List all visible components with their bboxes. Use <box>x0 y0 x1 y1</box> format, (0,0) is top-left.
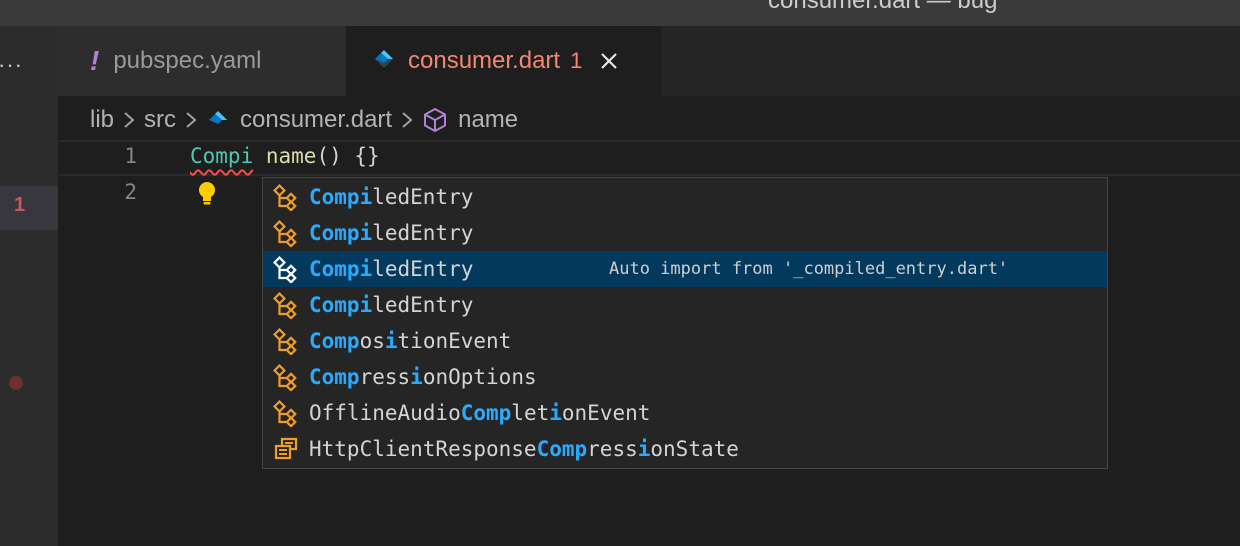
suggestion-item[interactable]: CompressionOptions <box>263 359 1107 395</box>
match-highlight: Comp <box>536 437 588 461</box>
label-text: ress <box>359 365 411 389</box>
label-text: HttpClientResponse <box>309 437 537 461</box>
tab-pubspec-yaml[interactable]: ! pubspec.yaml <box>58 26 346 96</box>
chevron-right-icon <box>122 109 136 131</box>
suggestion-label: CompiledEntry <box>309 185 473 209</box>
tab-label: consumer.dart <box>408 47 561 74</box>
match-highlight: i <box>384 329 398 353</box>
match-highlight: Comp <box>309 329 360 353</box>
function-token: name <box>265 144 317 168</box>
enum-icon <box>263 435 309 463</box>
class-icon <box>263 255 309 283</box>
class-icon <box>263 183 309 211</box>
class-icon <box>263 291 309 319</box>
label-text: ledEntry <box>372 221 474 245</box>
match-highlight: i <box>637 437 651 461</box>
label-text: let <box>511 401 550 425</box>
match-highlight: Comp <box>460 401 512 425</box>
label-text: ledEntry <box>372 293 474 317</box>
breadcrumb-symbol[interactable]: name <box>458 106 518 134</box>
suggestion-detail: Auto import from '_compiled_entry.dart' <box>609 259 1009 279</box>
tab-consumer-dart[interactable]: consumer.dart 1 <box>346 26 662 96</box>
yaml-exclamation-icon: ! <box>90 45 100 76</box>
match-highlight: Comp <box>309 365 360 389</box>
method-cube-icon <box>422 107 448 133</box>
label-text: tionEvent <box>397 329 512 353</box>
class-icon <box>263 219 309 247</box>
label-text: ledEntry <box>372 185 474 209</box>
match-highlight: Compi <box>309 185 373 209</box>
match-highlight: Compi <box>309 221 373 245</box>
title-bar: consumer.dart — bug <box>0 0 1240 26</box>
problem-count: 1 <box>570 48 583 73</box>
match-highlight: i <box>549 401 562 425</box>
class-icon <box>263 327 309 355</box>
suggestion-item[interactable]: CompiledEntry Auto import from '_compiled… <box>263 251 1107 287</box>
close-icon[interactable] <box>598 50 620 72</box>
class-icon <box>263 399 309 427</box>
suggestion-item[interactable]: HttpClientResponseCompressionState <box>263 431 1107 467</box>
suggestion-label: CompressionOptions <box>309 365 537 389</box>
tab-label: pubspec.yaml <box>113 47 262 74</box>
line-number: 2 <box>124 180 137 204</box>
line-number: 1 <box>124 144 137 168</box>
suggestion-label: OfflineAudioCompletionEvent <box>309 401 650 425</box>
label-text: ledEntry <box>372 257 474 281</box>
suggestion-label: HttpClientResponseCompressionState <box>309 437 739 461</box>
activity-bar: ··· 1 <box>0 26 58 546</box>
suggestion-widget: CompiledEntry CompiledEntry CompiledEntry A… <box>262 177 1108 469</box>
label-text: onState <box>650 437 739 461</box>
breadcrumb-lib[interactable]: lib <box>90 106 114 134</box>
label-text: os <box>359 329 385 353</box>
match-highlight: Compi <box>309 293 373 317</box>
suggestion-label: CompiledEntry <box>309 257 473 281</box>
breadcrumb: lib src consumer.dart name <box>90 103 518 137</box>
class-token[interactable]: Compi <box>190 144 253 168</box>
breadcrumb-file[interactable]: consumer.dart <box>240 106 392 134</box>
code-line-1[interactable]: Compi name() {} <box>190 144 380 168</box>
tab-bar: ! pubspec.yaml consumer.dart 1 <box>58 26 1240 96</box>
suggestion-item[interactable]: CompiledEntry <box>263 215 1107 251</box>
label-text: onEvent <box>561 401 651 425</box>
window-title: consumer.dart — bug <box>768 0 998 14</box>
lightbulb-icon[interactable] <box>196 180 218 213</box>
problems-badge: 1 <box>14 194 26 216</box>
label-text: OfflineAudio <box>309 401 461 425</box>
more-icon[interactable]: ··· <box>0 54 28 76</box>
label-text: ress <box>587 437 638 461</box>
code-rest: () {} <box>316 144 380 168</box>
suggestion-label: CompositionEvent <box>309 329 511 353</box>
label-text: onOptions <box>422 365 537 389</box>
suggestion-label: CompiledEntry <box>309 293 473 317</box>
suggestion-item[interactable]: CompositionEvent <box>263 323 1107 359</box>
match-highlight: i <box>410 365 423 389</box>
breadcrumb-src[interactable]: src <box>144 106 176 134</box>
suggestion-item[interactable]: OfflineAudioCompletionEvent <box>263 395 1107 431</box>
dart-icon <box>372 47 396 76</box>
suggestion-label: CompiledEntry <box>309 221 473 245</box>
suggestion-item[interactable]: CompiledEntry <box>263 287 1107 323</box>
chevron-right-icon <box>184 109 198 131</box>
class-icon <box>263 363 309 391</box>
breakpoint-icon <box>9 376 23 390</box>
suggestion-item[interactable]: CompiledEntry <box>263 179 1107 215</box>
dart-icon <box>206 108 230 132</box>
chevron-right-icon <box>400 109 414 131</box>
activity-active-item[interactable] <box>0 186 58 230</box>
match-highlight: Compi <box>309 257 373 281</box>
